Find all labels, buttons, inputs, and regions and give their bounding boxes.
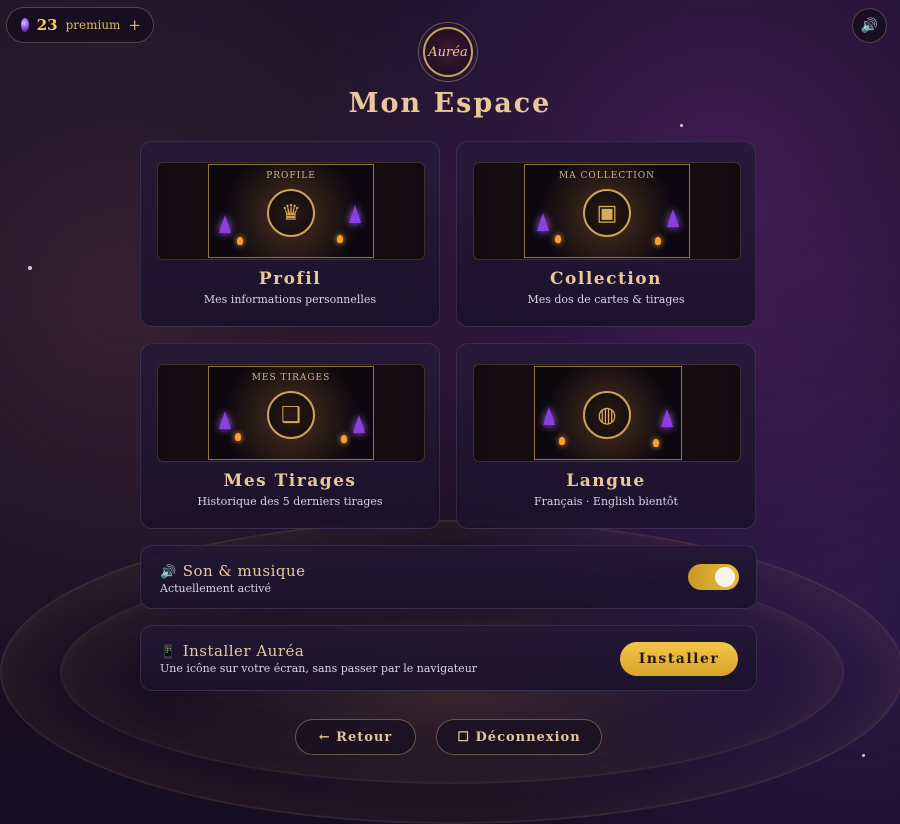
speaker-icon: 🔊 bbox=[860, 17, 879, 34]
globe-icon: ◍ bbox=[583, 391, 631, 439]
card-banner: PROFILE ♛ bbox=[157, 162, 425, 260]
gem-icon bbox=[21, 18, 29, 32]
collection-card[interactable]: MA COLLECTION ▣ Collection Mes dos de ca… bbox=[456, 141, 756, 327]
star-decoration bbox=[28, 266, 32, 270]
credit-count: 23 bbox=[36, 16, 58, 34]
install-button[interactable]: Installer bbox=[620, 642, 738, 676]
chest-icon: ▣ bbox=[583, 189, 631, 237]
banner-illustration: MA COLLECTION ▣ bbox=[524, 164, 690, 258]
install-description: Une icône sur votre écran, sans passer p… bbox=[160, 662, 478, 675]
candle-icon bbox=[555, 235, 561, 243]
install-row-title: 📱 Installer Auréa bbox=[160, 642, 304, 660]
card-banner: MA COLLECTION ▣ bbox=[473, 162, 741, 260]
crystal-icon bbox=[219, 215, 231, 233]
crystal-icon bbox=[537, 213, 549, 231]
profile-card[interactable]: PROFILE ♛ Profil Mes informations person… bbox=[140, 141, 440, 327]
sound-music-row: 🔊 Son & musique Actuellement activé bbox=[140, 545, 757, 609]
candle-icon bbox=[559, 437, 565, 445]
sound-toggle-switch[interactable] bbox=[688, 564, 739, 590]
banner-label: MA COLLECTION bbox=[558, 171, 656, 181]
crystal-icon bbox=[667, 209, 679, 227]
bust-icon: ♛ bbox=[267, 189, 315, 237]
card-banner: MES TIRAGES ❑ bbox=[157, 364, 425, 462]
sound-toggle-button[interactable]: 🔊 bbox=[852, 8, 887, 43]
banner-illustration: MES TIRAGES ❑ bbox=[208, 366, 374, 460]
star-decoration bbox=[862, 754, 865, 757]
card-description: Mes dos de cartes & tirages bbox=[527, 293, 685, 306]
speaker-icon: 🔊 bbox=[160, 565, 177, 580]
logout-button[interactable]: ☐ Déconnexion bbox=[436, 719, 602, 755]
candle-icon bbox=[653, 439, 659, 447]
banner-illustration: PROFILE ♛ bbox=[208, 164, 374, 258]
page-title: Mon Espace bbox=[348, 88, 552, 119]
banner-label: PROFILE bbox=[266, 171, 316, 181]
card-banner: ◍ bbox=[473, 364, 741, 462]
candle-icon bbox=[237, 237, 243, 245]
card-title: Mes Tirages bbox=[223, 471, 357, 491]
star-decoration bbox=[680, 124, 683, 127]
logo-text: Auréa bbox=[428, 44, 468, 60]
card-description: Français · English bientôt bbox=[534, 495, 678, 508]
candle-icon bbox=[235, 433, 241, 441]
candle-icon bbox=[341, 435, 347, 443]
sound-status: Actuellement activé bbox=[160, 582, 271, 595]
credit-label: premium bbox=[65, 18, 121, 32]
crystal-icon bbox=[349, 205, 361, 223]
language-card[interactable]: ◍ Langue Français · English bientôt bbox=[456, 343, 756, 529]
card-description: Historique des 5 derniers tirages bbox=[197, 495, 383, 508]
candle-icon bbox=[337, 235, 343, 243]
crystal-icon bbox=[353, 415, 365, 433]
add-credits-button[interactable]: + bbox=[128, 16, 141, 34]
card-title: Collection bbox=[550, 269, 662, 289]
candle-icon bbox=[655, 237, 661, 245]
card-title: Langue bbox=[566, 471, 646, 491]
phone-icon: 📱 bbox=[160, 645, 177, 660]
toggle-knob bbox=[715, 567, 735, 587]
sound-title-text: Son & musique bbox=[182, 562, 306, 580]
book-icon: ❑ bbox=[267, 391, 315, 439]
banner-label: MES TIRAGES bbox=[251, 373, 331, 383]
crystal-icon bbox=[543, 407, 555, 425]
install-app-row: 📱 Installer Auréa Une icône sur votre écr… bbox=[140, 625, 757, 691]
card-title: Profil bbox=[258, 269, 322, 289]
sound-row-title: 🔊 Son & musique bbox=[160, 562, 306, 580]
premium-credits-pill[interactable]: 23 premium + bbox=[6, 7, 154, 43]
banner-illustration: ◍ bbox=[534, 366, 682, 460]
crystal-icon bbox=[661, 409, 673, 427]
crystal-icon bbox=[219, 411, 231, 429]
install-title-text: Installer Auréa bbox=[182, 642, 305, 660]
aurea-logo: Auréa bbox=[423, 27, 473, 77]
back-button[interactable]: ← Retour bbox=[295, 719, 416, 755]
card-description: Mes informations personnelles bbox=[203, 293, 377, 306]
readings-card[interactable]: MES TIRAGES ❑ Mes Tirages Historique des… bbox=[140, 343, 440, 529]
